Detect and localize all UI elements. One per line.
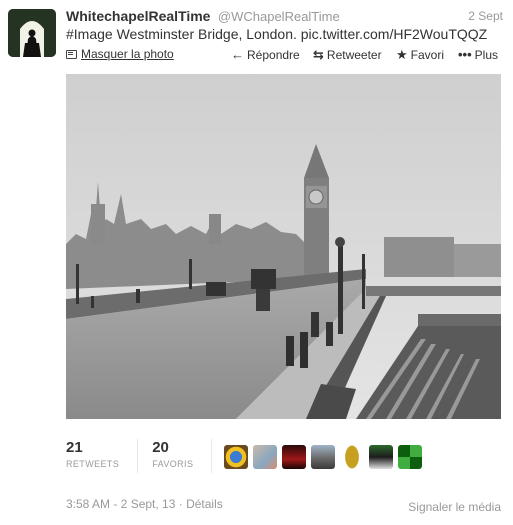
retweets-stat[interactable]: 21 RETWEETS xyxy=(66,439,139,473)
tweet-timestamp[interactable]: 3:58 AM - 2 Sept, 13 xyxy=(66,497,175,511)
photo-link[interactable]: pic.twitter.com/HF2WouTQQZ xyxy=(301,26,487,42)
favorites-label: FAVORIS xyxy=(152,459,194,469)
retweet-label: Retweeter xyxy=(326,48,382,62)
tweet-stats: 21 RETWEETS 20 FAVORIS xyxy=(66,439,423,477)
avatar[interactable] xyxy=(311,445,336,469)
favorites-count: 20 xyxy=(152,439,169,456)
avatar[interactable] xyxy=(224,445,249,469)
avatar[interactable] xyxy=(8,9,56,57)
ellipsis-icon: ••• xyxy=(458,47,472,62)
more-button[interactable]: ••• Plus xyxy=(458,47,498,62)
more-label: Plus xyxy=(474,47,498,62)
report-media-link[interactable]: Signaler le média xyxy=(408,500,501,514)
star-icon: ★ xyxy=(396,47,408,62)
avatar[interactable] xyxy=(253,445,278,469)
favoriters-avatars xyxy=(224,439,423,469)
reply-button[interactable]: ← Répondre xyxy=(231,47,300,62)
tweet-footer: 3:58 AM - 2 Sept, 13 · Détails Signaler … xyxy=(66,497,501,514)
retweets-label: RETWEETS xyxy=(66,459,120,469)
hide-photo-button[interactable]: Masquer la photo xyxy=(66,47,174,61)
retweet-icon: ⇆ xyxy=(313,47,324,62)
details-link[interactable]: Détails xyxy=(186,497,223,511)
reply-arrow-icon: ← xyxy=(231,47,244,62)
tweet-actions: Masquer la photo ← Répondre ⇆ Retweeter … xyxy=(66,47,503,63)
avatar[interactable] xyxy=(369,445,394,469)
avatar[interactable] xyxy=(398,445,423,469)
username[interactable]: @WChapelRealTime xyxy=(218,9,340,24)
tweet-text: #Image Westminster Bridge, London. pic.t… xyxy=(66,26,487,42)
hashtag-link[interactable]: #Image xyxy=(66,26,113,42)
display-name[interactable]: WhitechapelRealTime xyxy=(66,8,210,24)
favorite-button[interactable]: ★ Favori xyxy=(396,47,444,63)
retweet-button[interactable]: ⇆ Retweeter xyxy=(313,47,382,63)
tweet-body: Westminster Bridge, London. xyxy=(112,26,301,42)
favorite-label: Favori xyxy=(410,48,444,62)
tweet-date[interactable]: 2 Sept xyxy=(468,9,503,23)
photo-icon xyxy=(66,49,77,59)
hide-photo-label: Masquer la photo xyxy=(81,47,174,61)
retweets-count: 21 xyxy=(66,439,83,456)
tweet-photo[interactable] xyxy=(66,74,501,419)
favorites-stat[interactable]: 20 FAVORIS xyxy=(152,439,213,473)
tweet-header: WhitechapelRealTime @WChapelRealTime 2 S… xyxy=(66,8,503,26)
reply-label: Répondre xyxy=(247,47,300,62)
footer-separator: · xyxy=(175,497,187,511)
avatar[interactable] xyxy=(340,445,365,469)
avatar[interactable] xyxy=(282,445,307,469)
